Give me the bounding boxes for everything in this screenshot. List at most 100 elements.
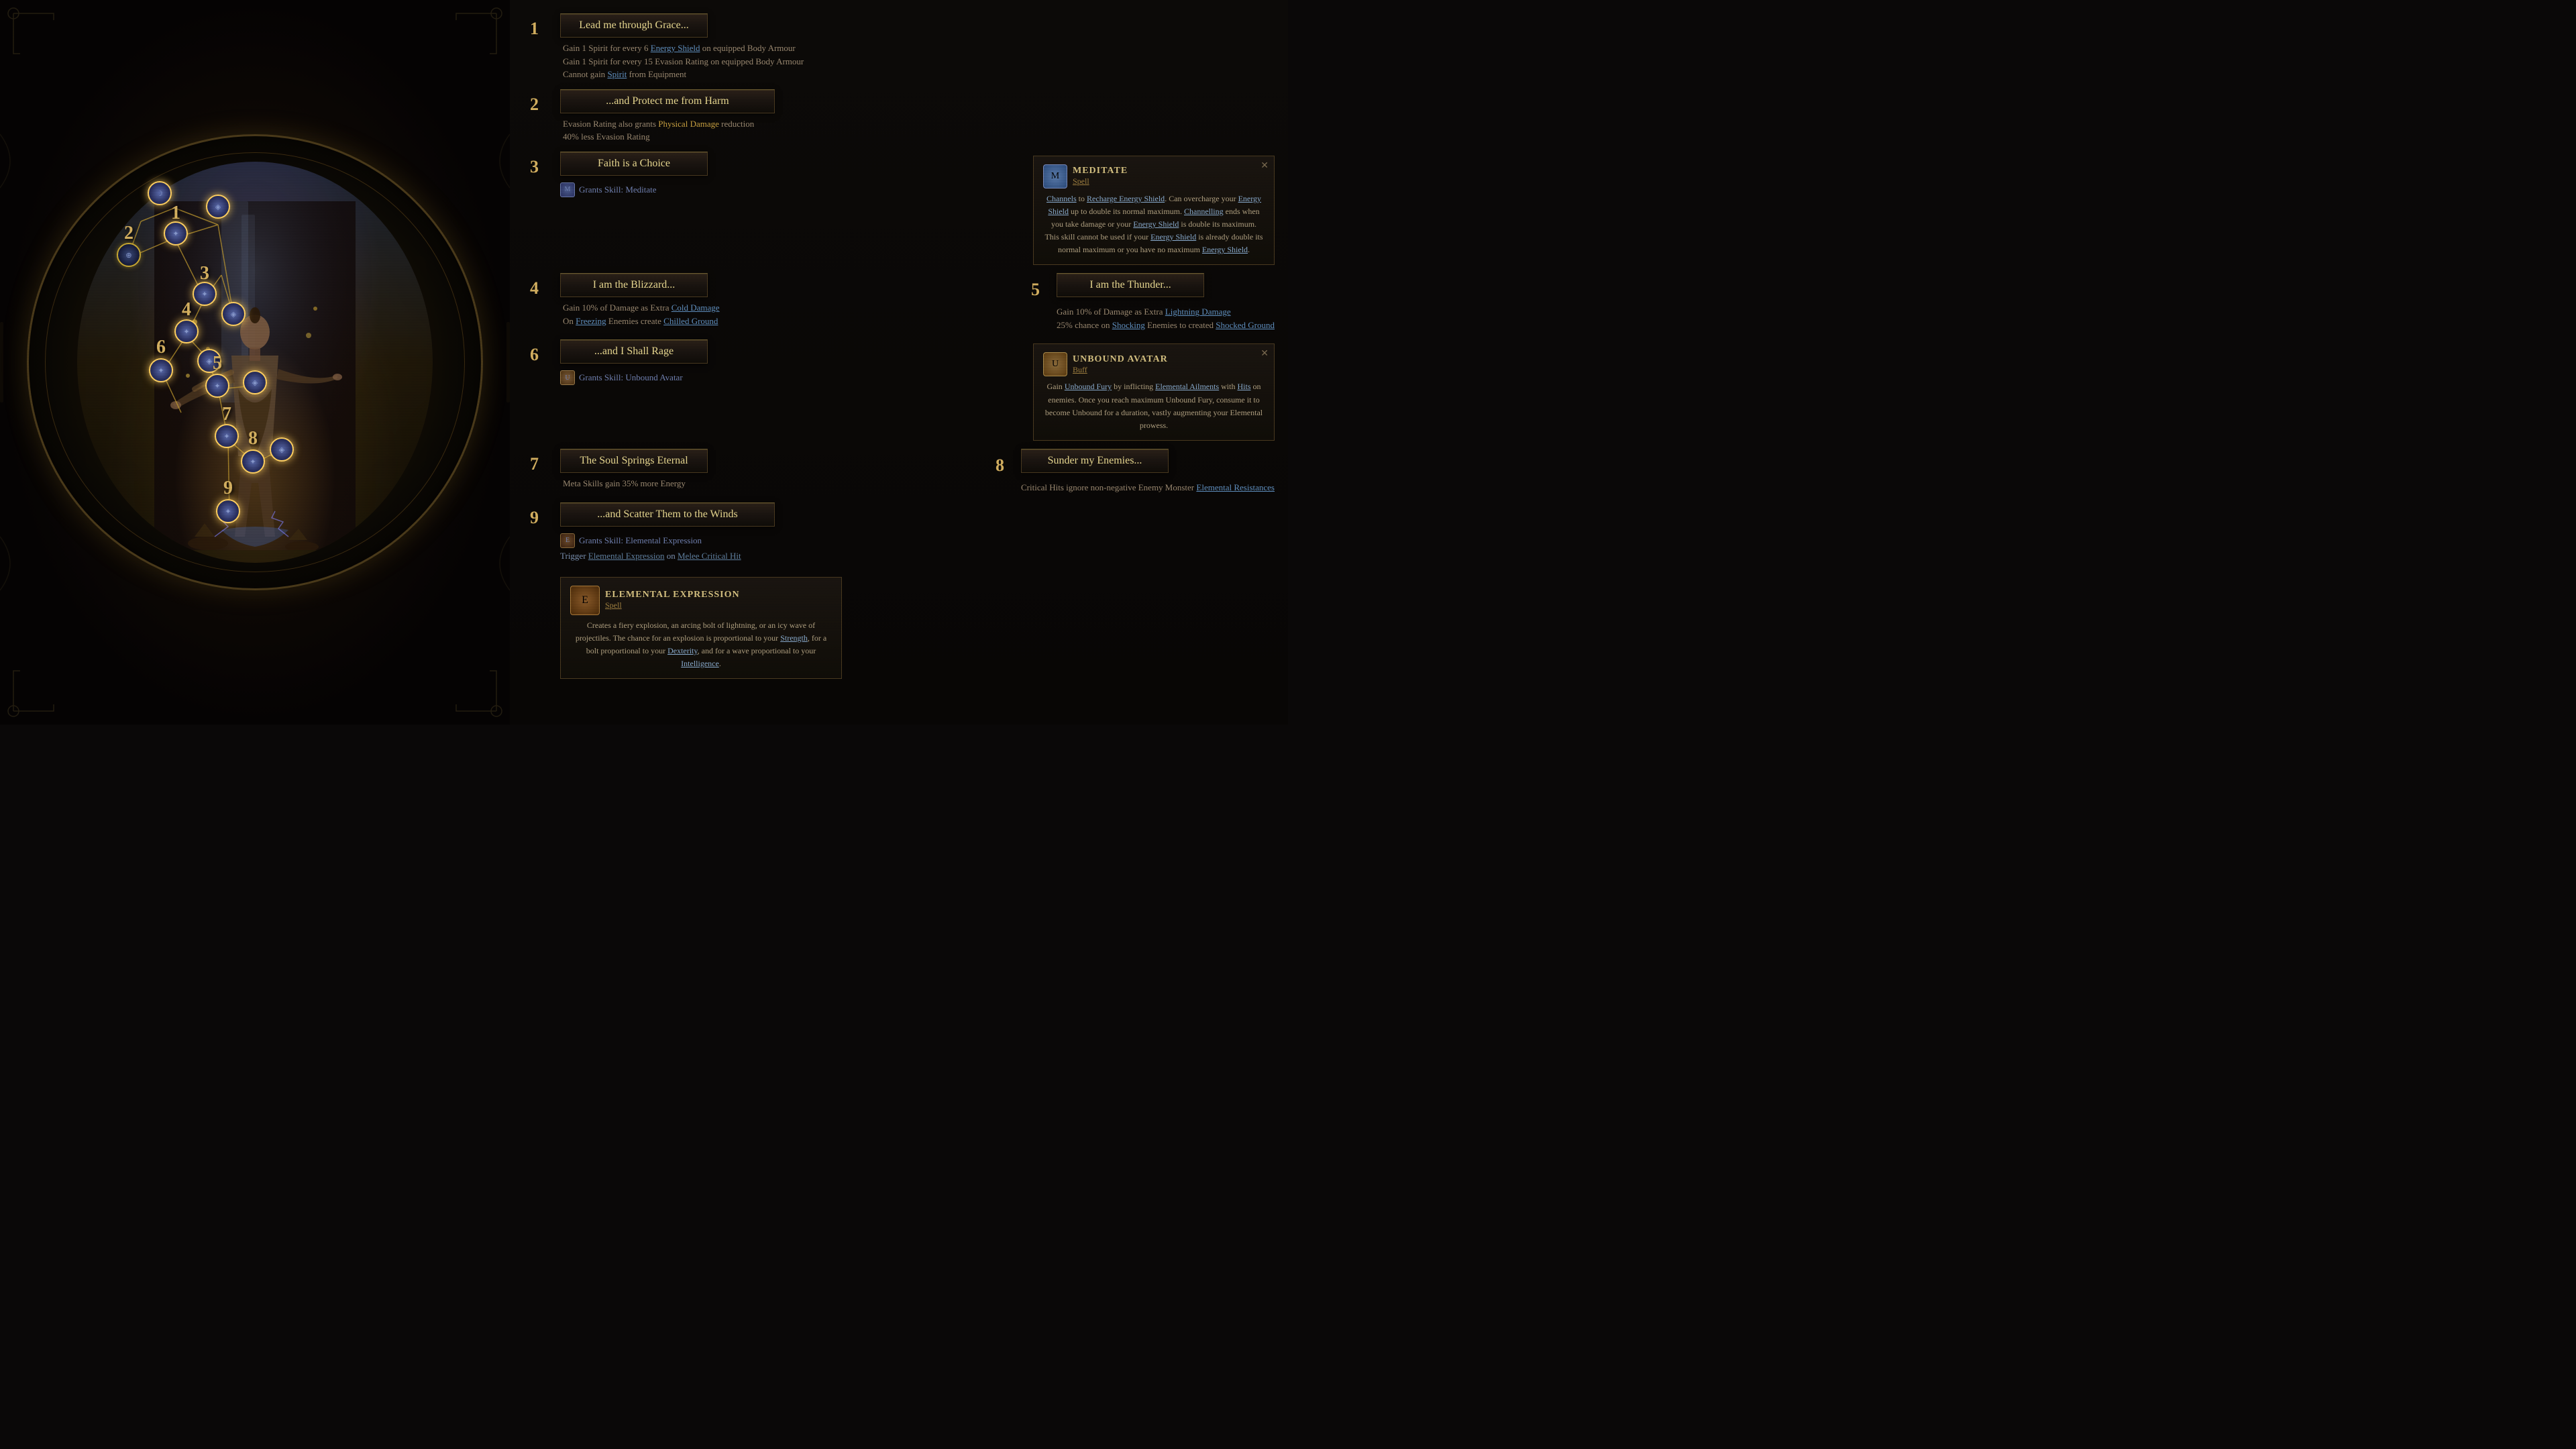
skill-button-2[interactable]: ...and Protect me from Harm (560, 89, 775, 113)
skill-button-7[interactable]: The Soul Springs Eternal (560, 449, 708, 473)
right-panel: 1 Lead me through Grace... Gain 1 Spirit… (510, 0, 1288, 724)
skill-button-3[interactable]: Faith is a Choice (560, 152, 708, 176)
row-number-7: 7 (530, 449, 550, 474)
row-number-4: 4 (530, 273, 550, 299)
skill-content-6: ...and I Shall Rage U Grants Skill: Unbo… (560, 339, 1016, 385)
skill-desc-2-line1: Evasion Rating also grants Physical Dama… (563, 117, 1275, 131)
skill-button-4[interactable]: I am the Blizzard... (560, 273, 708, 297)
node-number-5: 5 (213, 353, 222, 374)
row-number-9: 9 (530, 502, 550, 528)
elemental-icon: E (560, 533, 575, 548)
skill-desc-2: Evasion Rating also grants Physical Dama… (560, 117, 1275, 144)
row-number-6: 6 (530, 339, 550, 365)
tooltip-close-3[interactable]: ✕ (1260, 160, 1269, 172)
row-number-2: 2 (530, 89, 550, 115)
skill-node-far-right[interactable]: ◈ (270, 437, 294, 462)
grants-skill-label-3: Grants Skill: Meditate (579, 184, 657, 195)
node-number-4: 4 (182, 299, 191, 321)
left-panel: ☽ 1 ✦ 2 ⊕ ◈ 3 ✦ ◈ 4 ✦ ◈ 6 ✦ 5 ✦ ◈ 7 ✦ 8 … (0, 0, 510, 724)
skill-desc-1: Gain 1 Spirit for every 6 Energy Shield … (560, 42, 1275, 81)
node-number-6: 6 (156, 337, 166, 358)
skill-content-8: 8 Sunder my Enemies... Critical Hits ign… (996, 449, 1275, 494)
skill-desc-5-line1: Gain 10% of Damage as Extra Lightning Da… (1057, 305, 1275, 319)
skill-node-top-right[interactable]: ◈ (206, 195, 230, 219)
skill-button-5[interactable]: I am the Thunder... (1057, 273, 1204, 297)
node-number-8: 8 (248, 428, 258, 449)
skill-content-4: I am the Blizzard... Gain 10% of Damage … (560, 273, 1014, 327)
skill-row-9: 9 ...and Scatter Them to the Winds E Gra… (530, 502, 1275, 680)
tooltip-icon-elemental: E (570, 586, 600, 615)
skill-desc-8: Critical Hits ignore non-negative Enemy … (996, 481, 1275, 494)
tooltip-title-row-6: U Unbound Avatar Buff (1043, 352, 1265, 376)
skill-node-1[interactable]: ✦ (164, 221, 188, 246)
skill-connections (27, 134, 483, 590)
skill-desc-4-line2: On Freezing Enemies create Chilled Groun… (563, 315, 1014, 328)
skill-button-8[interactable]: Sunder my Enemies... (1021, 449, 1169, 473)
skill-desc-4: Gain 10% of Damage as Extra Cold Damage … (560, 301, 1014, 327)
skill-node-2[interactable]: ⊕ (117, 243, 141, 267)
skill-node-8[interactable]: ✦ (241, 449, 265, 474)
skill-row-1: 1 Lead me through Grace... Gain 1 Spirit… (530, 13, 1275, 81)
skill-button-1[interactable]: Lead me through Grace... (560, 13, 708, 38)
skill-desc-1-line1: Gain 1 Spirit for every 6 Energy Shield … (563, 42, 1275, 55)
skill-content-9: ...and Scatter Them to the Winds E Grant… (560, 502, 775, 561)
grants-skill-6: U Grants Skill: Unbound Avatar (560, 370, 1016, 385)
row-number-3: 3 (530, 152, 550, 177)
skill-node-right2[interactable]: ◈ (243, 370, 267, 394)
skill-node-4[interactable]: ✦ (174, 319, 199, 343)
unbound-tooltip: ✕ U Unbound Avatar Buff Gain Unbound Fur… (1033, 343, 1275, 441)
row-number-8: 8 (996, 450, 1016, 476)
tooltip-type-meditate: Spell (1073, 176, 1128, 186)
meditate-icon: M (560, 182, 575, 197)
tooltip-body-meditate: Channels to Recharge Energy Shield. Can … (1043, 193, 1265, 257)
tooltip-name-unbound: Unbound Avatar (1073, 354, 1168, 365)
unbound-icon: U (560, 370, 575, 385)
skill-row-3: 3 Faith is a Choice M Grants Skill: Medi… (530, 152, 1275, 266)
skill-row-7-8: 7 The Soul Springs Eternal Meta Skills g… (530, 449, 1275, 494)
row-number-1: 1 (530, 13, 550, 39)
tooltip-close-6[interactable]: ✕ (1260, 348, 1269, 360)
tooltip-title-row-9: E Elemental Expression Spell (570, 586, 832, 615)
tooltip-icon-unbound: U (1043, 352, 1067, 376)
skill-desc-5: Gain 10% of Damage as Extra Lightning Da… (1031, 305, 1275, 331)
tooltip-name-meditate: Meditate (1073, 166, 1128, 176)
skill-row-2: 2 ...and Protect me from Harm Evasion Ra… (530, 89, 1275, 144)
tooltip-title-row-3: M Meditate Spell (1043, 164, 1265, 189)
node-number-7: 7 (222, 404, 231, 425)
skill-node-top[interactable]: ☽ (148, 181, 172, 205)
tooltip-icon-meditate: M (1043, 164, 1067, 189)
skill-desc-7-line1: Meta Skills gain 35% more Energy (563, 477, 979, 490)
row-number-5: 5 (1031, 274, 1051, 300)
skill-node-3[interactable]: ✦ (193, 282, 217, 306)
grants-skill-label-6: Grants Skill: Unbound Avatar (579, 372, 683, 383)
trigger-line-9: Trigger Elemental Expression on Melee Cr… (560, 551, 775, 561)
grants-skill-3: M Grants Skill: Meditate (560, 182, 1016, 197)
skill-node-9[interactable]: ✦ (216, 499, 240, 523)
skill-node-5[interactable]: ✦ (205, 374, 229, 398)
tooltip-body-unbound: Gain Unbound Fury by inflicting Elementa… (1043, 380, 1265, 432)
skill-node-right[interactable]: ◈ (221, 302, 246, 326)
tooltip-type-unbound: Buff (1073, 365, 1168, 375)
skill-content-5: 5 I am the Thunder... Gain 10% of Damage… (1031, 273, 1275, 331)
tooltip-name-elemental: Elemental Expression (605, 590, 740, 600)
meditate-tooltip: ✕ M Meditate Spell Channels to Recharge … (1033, 156, 1275, 266)
skill-row-6: 6 ...and I Shall Rage U Grants Skill: Un… (530, 339, 1275, 441)
grants-skill-9: E Grants Skill: Elemental Expression (560, 533, 775, 548)
skill-content-3: Faith is a Choice M Grants Skill: Medita… (560, 152, 1016, 197)
skill-desc-8-line1: Critical Hits ignore non-negative Enemy … (1021, 481, 1275, 494)
skill-content-7: The Soul Springs Eternal Meta Skills gai… (560, 449, 979, 490)
node-number-2: 2 (124, 223, 133, 244)
skill-button-9[interactable]: ...and Scatter Them to the Winds (560, 502, 775, 527)
skill-node-7[interactable]: ✦ (215, 424, 239, 448)
node-number-9: 9 (223, 478, 233, 499)
skill-desc-4-line1: Gain 10% of Damage as Extra Cold Damage (563, 301, 1014, 315)
tooltip-body-elemental: Creates a fiery explosion, an arcing bol… (570, 619, 832, 671)
skill-button-6[interactable]: ...and I Shall Rage (560, 339, 708, 364)
skill-node-6[interactable]: ✦ (149, 358, 173, 382)
skill-desc-2-line2: 40% less Evasion Rating (563, 130, 1275, 144)
skill-tree-frame: ☽ 1 ✦ 2 ⊕ ◈ 3 ✦ ◈ 4 ✦ ◈ 6 ✦ 5 ✦ ◈ 7 ✦ 8 … (27, 134, 483, 590)
skill-content-1: Lead me through Grace... Gain 1 Spirit f… (560, 13, 1275, 81)
skill-content-2: ...and Protect me from Harm Evasion Rati… (560, 89, 1275, 144)
skill-desc-5-line2: 25% chance on Shocking Enemies to create… (1057, 319, 1275, 332)
tooltip-type-elemental: Spell (605, 600, 740, 610)
